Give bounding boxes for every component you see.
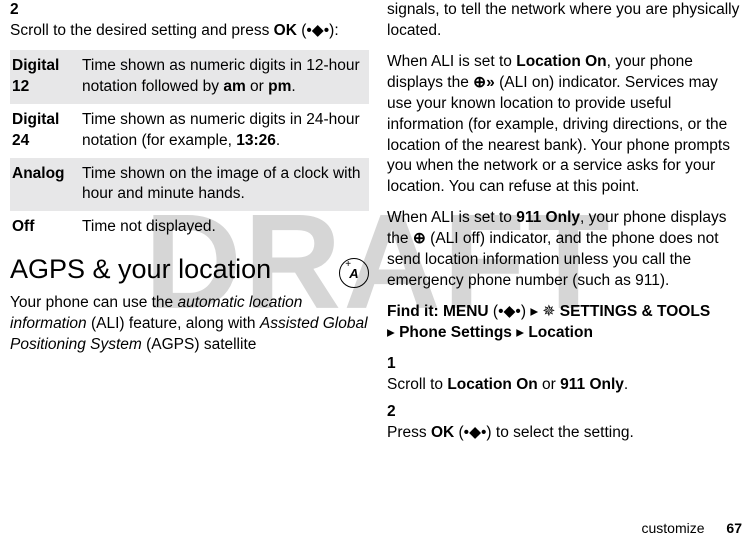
text: Press <box>387 424 431 441</box>
arrow-icon: ▸ <box>387 324 395 341</box>
911-only-label: 911 Only <box>560 376 624 393</box>
text: . <box>291 78 295 95</box>
key-glyph: (•◆•) <box>493 303 526 320</box>
option-value: Time shown on the image of a clock with … <box>80 158 369 212</box>
911-only-label: 911 Only <box>516 209 580 226</box>
text: to select the setting. <box>492 424 634 441</box>
text: When ALI is set to <box>387 209 516 226</box>
text: . <box>276 132 280 149</box>
text: (AGPS) satellite <box>142 336 257 353</box>
location-on-paragraph: When ALI is set to Location On, your pho… <box>387 52 746 198</box>
page-footer: customize 67 <box>642 519 743 538</box>
option-value: Time shown as numeric digits in 12-hour … <box>80 50 369 104</box>
option-value: Time shown as numeric digits in 24-hour … <box>80 104 369 158</box>
page-content: 2 Scroll to the desired setting and pres… <box>0 0 756 450</box>
option-key: Off <box>10 211 80 244</box>
text: (ALI off) indicator, and the phone does … <box>387 230 719 289</box>
ok-label: OK <box>431 424 454 441</box>
step-number: 1 <box>387 354 409 375</box>
continuation-paragraph: signals, to tell the network where you a… <box>387 0 746 42</box>
table-row: Digital 24 Time shown as numeric digits … <box>10 104 369 158</box>
table-row: Analog Time shown on the image of a cloc… <box>10 158 369 212</box>
key-glyph: (•◆•) <box>301 22 334 39</box>
step-text: Press OK (•◆•) to select the setting. <box>387 423 722 444</box>
options-table: Digital 12 Time shown as numeric digits … <box>10 50 369 244</box>
key-glyph: (•◆•) <box>459 424 492 441</box>
table-row: Off Time not displayed. <box>10 211 369 244</box>
step-text: Scroll to the desired setting and press … <box>10 21 345 42</box>
location-on-label: Location On <box>516 53 606 70</box>
step-text: Scroll to Location On or 911 Only. <box>387 375 722 396</box>
step-2: 2 Scroll to the desired setting and pres… <box>10 0 369 42</box>
find-it-label: Find it: <box>387 303 443 320</box>
page-number: 67 <box>726 520 742 536</box>
text: Time shown as numeric digits in 12-hour … <box>82 57 360 95</box>
text: Your phone can use the <box>10 294 177 311</box>
option-value: Time not displayed. <box>80 211 369 244</box>
location-label: Location <box>528 324 593 341</box>
table-row: Digital 12 Time shown as numeric digits … <box>10 50 369 104</box>
pm-label: pm <box>268 78 291 95</box>
option-key: Digital 24 <box>10 104 80 158</box>
right-column: signals, to tell the network where you a… <box>387 0 746 450</box>
menu-label: MENU <box>443 303 489 320</box>
step-number: 2 <box>387 402 409 423</box>
text: or <box>246 78 268 95</box>
step-1: 1 Scroll to Location On or 911 Only. <box>387 354 746 396</box>
arrow-icon: ▸ <box>530 303 538 320</box>
intro-paragraph: Your phone can use the automatic locatio… <box>10 293 369 356</box>
settings-tools-label: SETTINGS & TOOLS <box>560 303 710 320</box>
find-it-line: Find it: MENU (•◆•) ▸ ✵ SETTINGS & TOOLS… <box>387 302 746 344</box>
step-number: 2 <box>10 0 32 21</box>
example-time: 13:26 <box>236 132 276 149</box>
text: or <box>538 376 560 393</box>
section-heading: AGPS & your location <box>10 254 369 285</box>
colon: : <box>334 22 338 39</box>
text: When ALI is set to <box>387 53 516 70</box>
phone-settings-label: Phone Settings <box>399 324 512 341</box>
location-on-label: Location On <box>447 376 537 393</box>
option-key: Analog <box>10 158 80 212</box>
text: Scroll to the desired setting and press <box>10 22 274 39</box>
911-only-paragraph: When ALI is set to 911 Only, your phone … <box>387 208 746 292</box>
am-label: am <box>223 78 245 95</box>
step-2b: 2 Press OK (•◆•) to select the setting. <box>387 402 746 444</box>
text: (ALI on) indicator. Services may use you… <box>387 74 730 196</box>
ali-on-icon: ⊕» <box>473 74 495 91</box>
section-label: customize <box>642 520 705 536</box>
ok-label: OK <box>274 22 297 39</box>
ali-off-icon: ⊕ <box>413 230 426 247</box>
option-key: Digital 12 <box>10 50 80 104</box>
text: Scroll to <box>387 376 447 393</box>
left-column: 2 Scroll to the desired setting and pres… <box>10 0 369 450</box>
text: Time shown as numeric digits in 24-hour … <box>82 111 360 149</box>
text: (ALI) feature, along with <box>87 315 260 332</box>
text: . <box>624 376 628 393</box>
gear-icon: ✵ <box>542 303 555 320</box>
arrow-icon: ▸ <box>516 324 524 341</box>
